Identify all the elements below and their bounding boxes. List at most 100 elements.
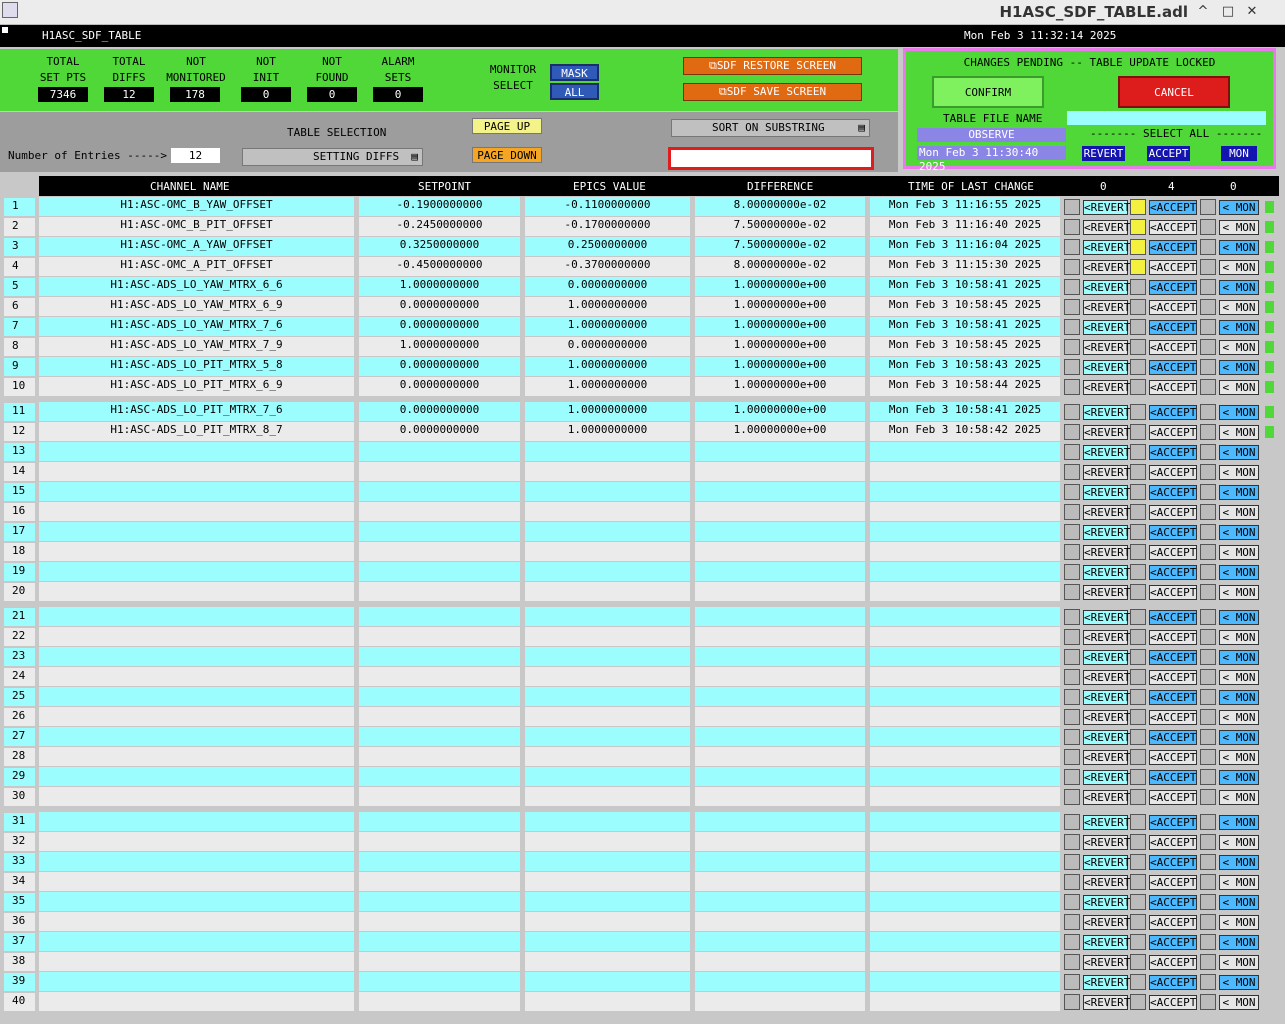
revert-button[interactable]: <REVERT <box>1083 855 1130 870</box>
accept-button[interactable]: <ACCEPT <box>1149 505 1197 520</box>
mon-checkbox[interactable] <box>1200 689 1216 705</box>
accept-checkbox[interactable] <box>1130 584 1146 600</box>
revert-button[interactable]: <REVERT <box>1083 525 1130 540</box>
select-all-accept-button[interactable]: ACCEPT <box>1147 146 1190 161</box>
revert-checkbox[interactable] <box>1064 789 1080 805</box>
accept-checkbox[interactable] <box>1130 749 1146 765</box>
accept-button[interactable]: <ACCEPT <box>1149 935 1197 950</box>
accept-button[interactable]: <ACCEPT <box>1149 710 1197 725</box>
minimize-icon[interactable]: ^ <box>1195 4 1211 20</box>
revert-checkbox[interactable] <box>1064 874 1080 890</box>
mon-checkbox[interactable] <box>1200 974 1216 990</box>
revert-checkbox[interactable] <box>1064 339 1080 355</box>
mon-checkbox[interactable] <box>1200 709 1216 725</box>
mon-checkbox[interactable] <box>1200 649 1216 665</box>
mon-button[interactable]: < MON <box>1219 565 1259 580</box>
revert-checkbox[interactable] <box>1064 649 1080 665</box>
revert-checkbox[interactable] <box>1064 524 1080 540</box>
mon-button[interactable]: < MON <box>1219 730 1259 745</box>
accept-checkbox[interactable] <box>1130 404 1146 420</box>
mon-checkbox[interactable] <box>1200 814 1216 830</box>
accept-checkbox[interactable] <box>1130 609 1146 625</box>
mon-button[interactable]: < MON <box>1219 585 1259 600</box>
mon-button[interactable]: < MON <box>1219 750 1259 765</box>
revert-checkbox[interactable] <box>1064 219 1080 235</box>
revert-button[interactable]: <REVERT <box>1083 875 1130 890</box>
cancel-button[interactable]: CANCEL <box>1118 76 1230 108</box>
mon-checkbox[interactable] <box>1200 219 1216 235</box>
mon-button[interactable]: < MON <box>1219 485 1259 500</box>
revert-checkbox[interactable] <box>1064 954 1080 970</box>
accept-checkbox[interactable] <box>1130 834 1146 850</box>
mon-checkbox[interactable] <box>1200 319 1216 335</box>
revert-button[interactable]: <REVERT <box>1083 815 1130 830</box>
accept-button[interactable]: <ACCEPT <box>1149 995 1197 1010</box>
accept-button[interactable]: <ACCEPT <box>1149 260 1197 275</box>
accept-checkbox[interactable] <box>1130 544 1146 560</box>
mon-button[interactable]: < MON <box>1219 260 1259 275</box>
revert-button[interactable]: <REVERT <box>1083 280 1130 295</box>
accept-button[interactable]: <ACCEPT <box>1149 975 1197 990</box>
mon-button[interactable]: < MON <box>1219 445 1259 460</box>
accept-checkbox[interactable] <box>1130 319 1146 335</box>
accept-button[interactable]: <ACCEPT <box>1149 360 1197 375</box>
accept-button[interactable]: <ACCEPT <box>1149 895 1197 910</box>
mon-checkbox[interactable] <box>1200 749 1216 765</box>
mon-checkbox[interactable] <box>1200 609 1216 625</box>
mon-button[interactable]: < MON <box>1219 670 1259 685</box>
accept-checkbox[interactable] <box>1130 464 1146 480</box>
accept-button[interactable]: <ACCEPT <box>1149 525 1197 540</box>
mon-checkbox[interactable] <box>1200 504 1216 520</box>
revert-checkbox[interactable] <box>1064 814 1080 830</box>
accept-checkbox[interactable] <box>1130 994 1146 1010</box>
revert-button[interactable]: <REVERT <box>1083 300 1130 315</box>
mon-button[interactable]: < MON <box>1219 835 1259 850</box>
mon-checkbox[interactable] <box>1200 464 1216 480</box>
mon-checkbox[interactable] <box>1200 404 1216 420</box>
revert-button[interactable]: <REVERT <box>1083 975 1130 990</box>
revert-button[interactable]: <REVERT <box>1083 360 1130 375</box>
revert-checkbox[interactable] <box>1064 424 1080 440</box>
accept-checkbox[interactable] <box>1130 729 1146 745</box>
revert-checkbox[interactable] <box>1064 834 1080 850</box>
mon-button[interactable]: < MON <box>1219 610 1259 625</box>
mon-button[interactable]: < MON <box>1219 915 1259 930</box>
revert-button[interactable]: <REVERT <box>1083 220 1130 235</box>
revert-button[interactable]: <REVERT <box>1083 340 1130 355</box>
mon-checkbox[interactable] <box>1200 564 1216 580</box>
mon-checkbox[interactable] <box>1200 629 1216 645</box>
accept-button[interactable]: <ACCEPT <box>1149 280 1197 295</box>
revert-checkbox[interactable] <box>1064 199 1080 215</box>
accept-checkbox[interactable] <box>1130 484 1146 500</box>
accept-button[interactable]: <ACCEPT <box>1149 955 1197 970</box>
revert-button[interactable]: <REVERT <box>1083 690 1130 705</box>
mon-checkbox[interactable] <box>1200 299 1216 315</box>
accept-checkbox[interactable] <box>1130 954 1146 970</box>
accept-button[interactable]: <ACCEPT <box>1149 770 1197 785</box>
mon-checkbox[interactable] <box>1200 484 1216 500</box>
accept-button[interactable]: <ACCEPT <box>1149 340 1197 355</box>
revert-button[interactable]: <REVERT <box>1083 935 1130 950</box>
mon-checkbox[interactable] <box>1200 894 1216 910</box>
mon-button[interactable]: < MON <box>1219 975 1259 990</box>
revert-checkbox[interactable] <box>1064 404 1080 420</box>
accept-checkbox[interactable] <box>1130 299 1146 315</box>
accept-button[interactable]: <ACCEPT <box>1149 875 1197 890</box>
revert-checkbox[interactable] <box>1064 689 1080 705</box>
mon-button[interactable]: < MON <box>1219 240 1259 255</box>
mon-button[interactable]: < MON <box>1219 405 1259 420</box>
revert-button[interactable]: <REVERT <box>1083 200 1130 215</box>
accept-button[interactable]: <ACCEPT <box>1149 610 1197 625</box>
accept-checkbox[interactable] <box>1130 854 1146 870</box>
revert-checkbox[interactable] <box>1064 379 1080 395</box>
mask-button[interactable]: MASK <box>550 64 599 81</box>
revert-checkbox[interactable] <box>1064 239 1080 255</box>
revert-button[interactable]: <REVERT <box>1083 485 1130 500</box>
mon-checkbox[interactable] <box>1200 769 1216 785</box>
revert-checkbox[interactable] <box>1064 749 1080 765</box>
confirm-button[interactable]: CONFIRM <box>932 76 1044 108</box>
revert-button[interactable]: <REVERT <box>1083 915 1130 930</box>
revert-checkbox[interactable] <box>1064 299 1080 315</box>
revert-button[interactable]: <REVERT <box>1083 465 1130 480</box>
mon-checkbox[interactable] <box>1200 669 1216 685</box>
